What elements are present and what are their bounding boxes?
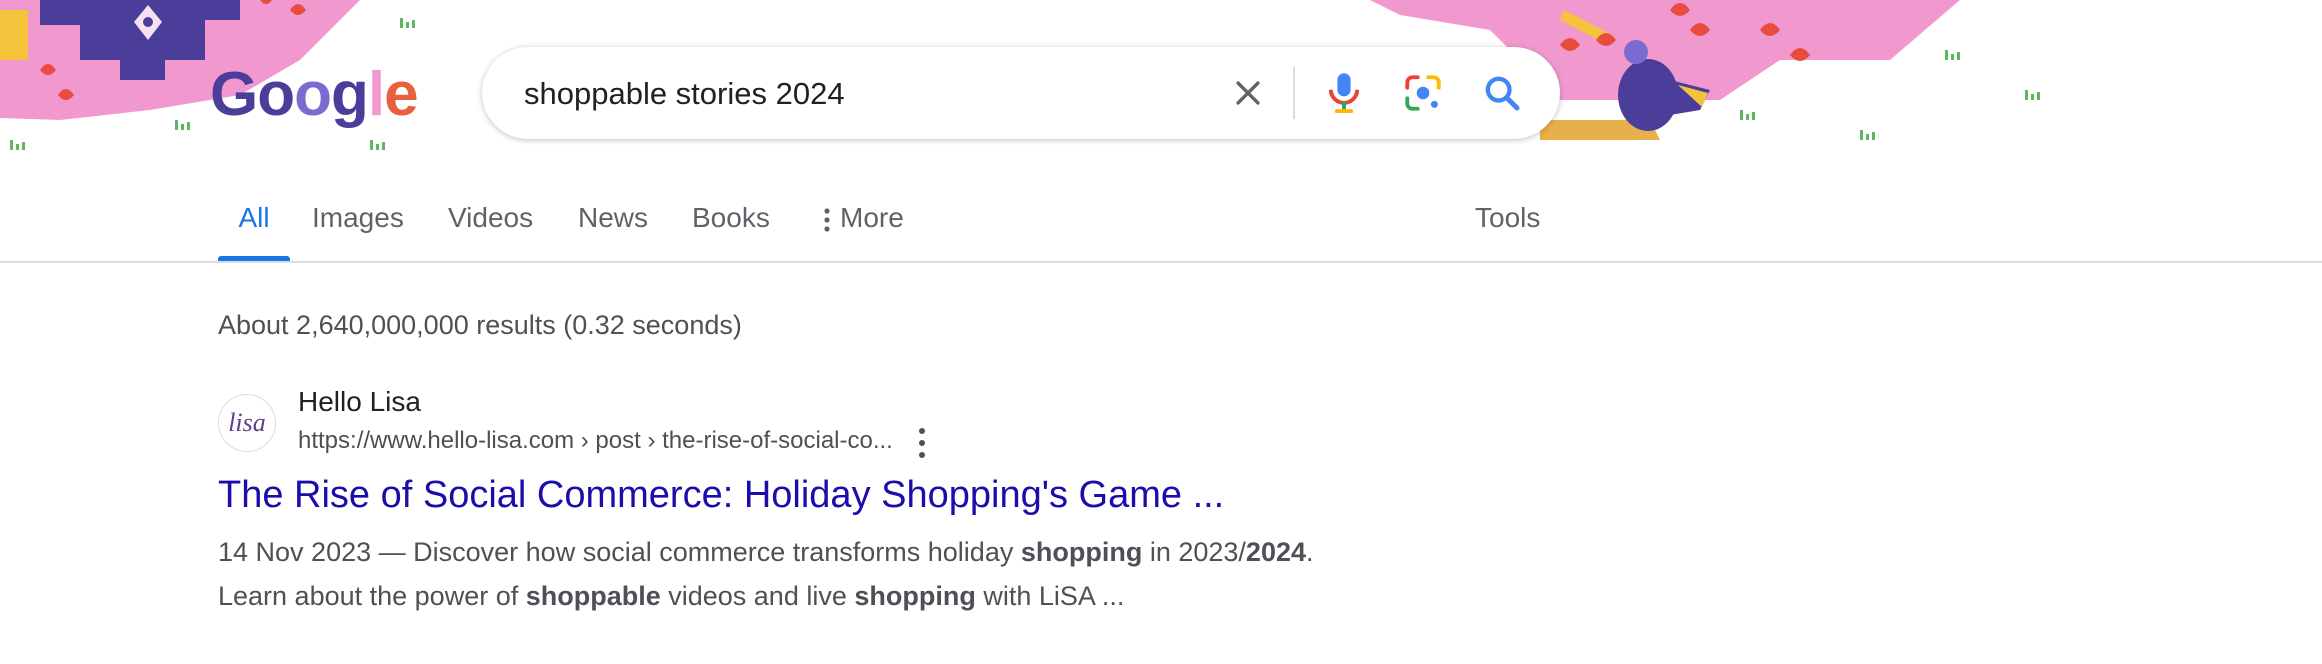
- search-button[interactable]: [1476, 67, 1528, 119]
- tab-more-label: More: [840, 202, 904, 233]
- snippet-text: Learn about the power of: [218, 581, 526, 611]
- snippet-text: in 2023/: [1142, 537, 1246, 567]
- microphone-icon: [1328, 73, 1360, 114]
- tab-images-label: Images: [312, 202, 404, 233]
- snippet-text: videos and live: [660, 581, 855, 611]
- tab-books-label: Books: [692, 202, 770, 233]
- search-divider: [1293, 67, 1295, 119]
- clear-button[interactable]: [1222, 67, 1274, 119]
- tab-videos[interactable]: Videos: [448, 190, 533, 262]
- tab-images[interactable]: Images: [312, 190, 404, 262]
- snippet-text: Discover how social commerce transforms …: [413, 537, 1021, 567]
- tab-books[interactable]: Books: [692, 190, 770, 262]
- snippet-highlight: shopping: [854, 581, 976, 611]
- snippet-highlight: shopping: [1020, 537, 1143, 567]
- snippet-highlight: 2024: [1245, 537, 1306, 567]
- tab-more[interactable]: More: [822, 190, 904, 262]
- lens-search-button[interactable]: [1397, 67, 1449, 119]
- result-menu-button[interactable]: [912, 428, 932, 458]
- voice-search-button[interactable]: [1318, 67, 1370, 119]
- snippet-highlight: shoppable: [525, 581, 661, 611]
- tabs-divider: [0, 261, 2322, 263]
- site-favicon[interactable]: lisa: [218, 394, 276, 452]
- google-logo[interactable]: Google: [210, 60, 419, 130]
- tab-all[interactable]: All: [218, 190, 290, 262]
- snippet-date: 14 Nov 2023: [218, 537, 372, 567]
- search-input[interactable]: [522, 69, 1166, 119]
- result-stats: About 2,640,000,000 results (0.32 second…: [218, 310, 742, 340]
- tab-news[interactable]: News: [578, 190, 648, 262]
- tools-button[interactable]: Tools: [1475, 190, 1540, 262]
- snippet-separator: —: [371, 537, 414, 567]
- close-icon: [1236, 81, 1260, 105]
- tab-news-label: News: [578, 202, 649, 233]
- result-snippet: 14 Nov 2023 — Discover how social commer…: [218, 530, 1418, 618]
- vertical-dots-icon: [822, 207, 832, 233]
- search-icon: [1485, 76, 1520, 111]
- snippet-text: with LiSA ...: [975, 581, 1125, 611]
- tab-videos-label: Videos: [448, 202, 534, 233]
- result-title-link[interactable]: The Rise of Social Commerce: Holiday Sho…: [218, 474, 1224, 517]
- snippet-text: .: [1306, 537, 1314, 567]
- site-url[interactable]: https://www.hello-lisa.com › post › the-…: [298, 427, 893, 455]
- favicon-text: lisa: [228, 408, 266, 437]
- site-name[interactable]: Hello Lisa: [298, 386, 421, 418]
- camera-lens-icon: [1405, 75, 1441, 111]
- tab-all-label: All: [238, 202, 270, 233]
- search-box: [482, 47, 1560, 139]
- tools-label: Tools: [1475, 202, 1541, 233]
